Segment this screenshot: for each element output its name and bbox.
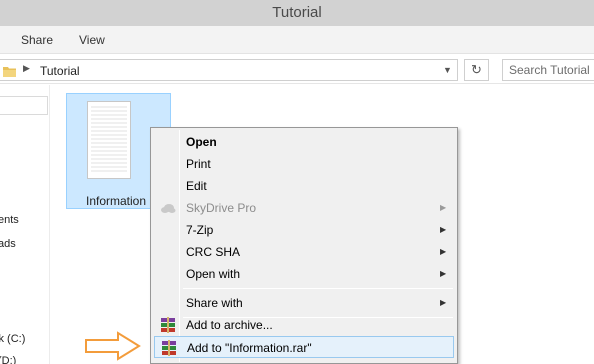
address-field[interactable]: ▶ Tutorial ▼ [0,59,458,81]
menu-item-print[interactable]: Print [154,153,454,175]
winrar-icon [161,317,175,333]
menu-item-label: Open with [186,267,241,281]
winrar-icon [162,340,176,356]
address-bar: ▶ Tutorial ▼ ↻ [0,56,594,84]
menu-item-label: CRC SHA [186,245,241,259]
menu-item-add-to-information-rar[interactable]: Add to "Information.rar" [154,336,454,358]
submenu-arrow-icon: ▶ [440,269,447,278]
ribbon: Share View [0,26,594,54]
breadcrumb[interactable]: Tutorial [40,64,80,78]
tab-share[interactable]: Share [21,26,53,54]
folder-icon [3,67,16,77]
menu-item-add-to-archive[interactable]: Add to archive... [154,314,454,336]
nav-item-downloads[interactable]: ads [0,238,16,250]
navigation-pane: ents ads sk (C:) (D:) [0,85,50,364]
menu-item-label: Print [186,157,211,171]
menu-separator [183,288,453,289]
refresh-button[interactable]: ↻ [464,59,489,81]
menu-item-label: Add to "Information.rar" [187,341,312,355]
nav-item-documents[interactable]: ents [0,214,19,226]
refresh-icon: ↻ [471,62,482,77]
submenu-arrow-icon: ▶ [440,203,447,212]
search-input[interactable] [503,60,594,80]
address-dropdown-icon[interactable]: ▼ [443,65,452,75]
menu-item-label: Open [186,135,217,149]
menu-item-label: Add to archive... [186,318,273,332]
breadcrumb-chevron-icon[interactable]: ▶ [23,63,30,74]
submenu-arrow-icon: ▶ [440,247,447,256]
window-title: Tutorial [272,4,322,21]
menu-item-skydrive-pro[interactable]: SkyDrive Pro ▶ [154,197,454,219]
menu-item-7zip[interactable]: 7-Zip ▶ [154,219,454,241]
context-menu: Open Print Edit SkyDrive Pro ▶ 7-Zip ▶ C… [150,127,458,364]
title-bar: Tutorial [0,0,594,26]
menu-item-open[interactable]: Open [154,131,454,153]
cloud-icon [161,204,176,213]
menu-item-crc-sha[interactable]: CRC SHA ▶ [154,241,454,263]
search-field[interactable] [502,59,594,81]
pointer-arrow-icon [85,331,141,361]
nav-item-local-disk-c[interactable]: sk (C:) [0,333,25,345]
menu-item-edit[interactable]: Edit [154,175,454,197]
menu-item-label: SkyDrive Pro [186,201,257,215]
nav-selected-item[interactable] [0,96,48,115]
tab-view[interactable]: View [79,26,105,54]
submenu-arrow-icon: ▶ [440,225,447,234]
submenu-arrow-icon: ▶ [440,298,447,307]
menu-item-label: 7-Zip [186,223,214,237]
nav-item-drive-d[interactable]: (D:) [0,355,16,364]
menu-item-label: Edit [186,179,207,193]
text-document-icon [87,101,131,179]
menu-item-share-with[interactable]: Share with ▶ [154,292,454,314]
menu-item-open-with[interactable]: Open with ▶ [154,263,454,285]
menu-item-label: Share with [186,296,243,310]
